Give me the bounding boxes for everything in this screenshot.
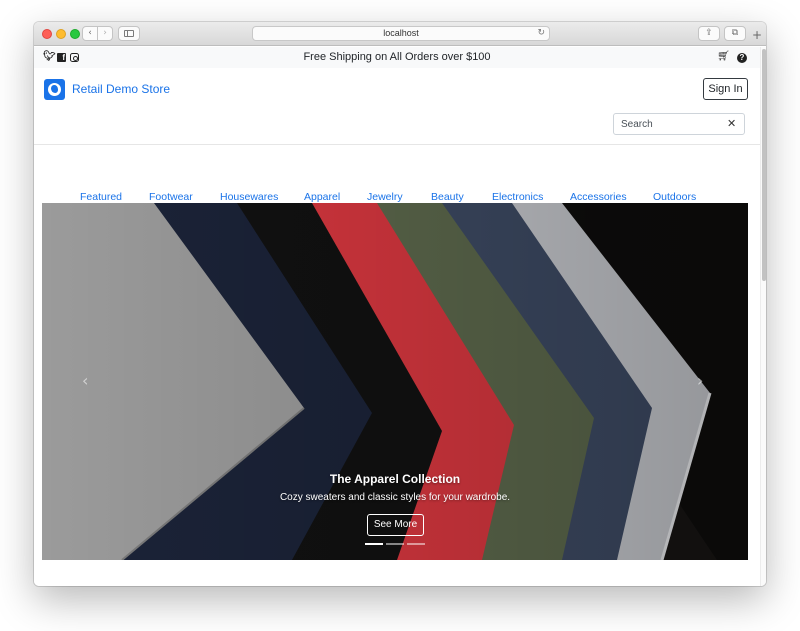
help-icon[interactable]: ? [737, 53, 747, 63]
nav-item-outdoors[interactable]: Outdoors [653, 191, 696, 203]
brand-name[interactable]: Retail Demo Store [72, 82, 170, 96]
close-window-button[interactable] [42, 29, 52, 39]
hero-subtitle: Cozy sweaters and classic styles for you… [279, 492, 511, 503]
nav-item-featured[interactable]: Featured [80, 191, 122, 203]
chevron-left-icon[interactable]: ‹ [82, 26, 98, 41]
share-icon[interactable]: ⇪ [698, 26, 720, 41]
header-divider [34, 144, 760, 145]
chevron-right-icon[interactable]: › [697, 371, 703, 390]
sidebar-icon[interactable] [118, 26, 140, 41]
browser-window: ‹ › localhost ↻ ⇪ ⧉ + 🐦︎ f Free Shipping… [34, 22, 766, 586]
nav-item-footwear[interactable]: Footwear [149, 191, 193, 203]
plus-icon[interactable]: + [752, 28, 762, 42]
hero-image [42, 203, 748, 560]
nav-item-jewelry[interactable]: Jewelry [367, 191, 403, 203]
carousel-indicator-1[interactable] [365, 543, 383, 545]
nav-item-housewares[interactable]: Housewares [220, 191, 278, 203]
hero-title: The Apparel Collection [329, 472, 461, 486]
browser-toolbar: ‹ › localhost ↻ ⇪ ⧉ + [34, 22, 766, 46]
sign-in-button[interactable]: Sign In [703, 78, 748, 100]
cart-icon[interactable]: 🛒︎ [717, 51, 730, 62]
carousel-indicators [365, 543, 427, 546]
reload-icon[interactable]: ↻ [537, 27, 545, 40]
page-scrollbar[interactable] [760, 47, 766, 586]
carousel-indicator-3[interactable] [407, 543, 425, 545]
globe-icon[interactable] [44, 79, 65, 100]
tabs-icon[interactable]: ⧉ [724, 26, 746, 41]
search-box: ✕ [613, 113, 745, 135]
carousel-indicator-2[interactable] [386, 543, 404, 545]
nav-item-electronics[interactable]: Electronics [492, 191, 543, 203]
hero-carousel: ‹ › The Apparel Collection Cozy sweaters… [42, 203, 748, 560]
search-input[interactable] [614, 114, 724, 134]
scrollbar-thumb[interactable] [762, 49, 766, 281]
nav-item-beauty[interactable]: Beauty [431, 191, 464, 203]
chevron-right-icon[interactable]: › [97, 26, 113, 41]
nav-item-accessories[interactable]: Accessories [570, 191, 627, 203]
clear-search-icon[interactable]: ✕ [727, 117, 736, 130]
promo-text: Free Shipping on All Orders over $100 [303, 51, 491, 63]
web-page: 🐦︎ f Free Shipping on All Orders over $1… [34, 47, 760, 586]
minimize-window-button[interactable] [56, 29, 66, 39]
nav-item-apparel[interactable]: Apparel [304, 191, 340, 203]
promo-bar: 🐦︎ f Free Shipping on All Orders over $1… [34, 47, 760, 68]
chevron-left-icon[interactable]: ‹ [82, 371, 88, 390]
url-text: localhost [383, 28, 419, 38]
see-more-button[interactable]: See More [367, 514, 424, 536]
zoom-window-button[interactable] [70, 29, 80, 39]
address-bar[interactable]: localhost ↻ [252, 26, 550, 41]
